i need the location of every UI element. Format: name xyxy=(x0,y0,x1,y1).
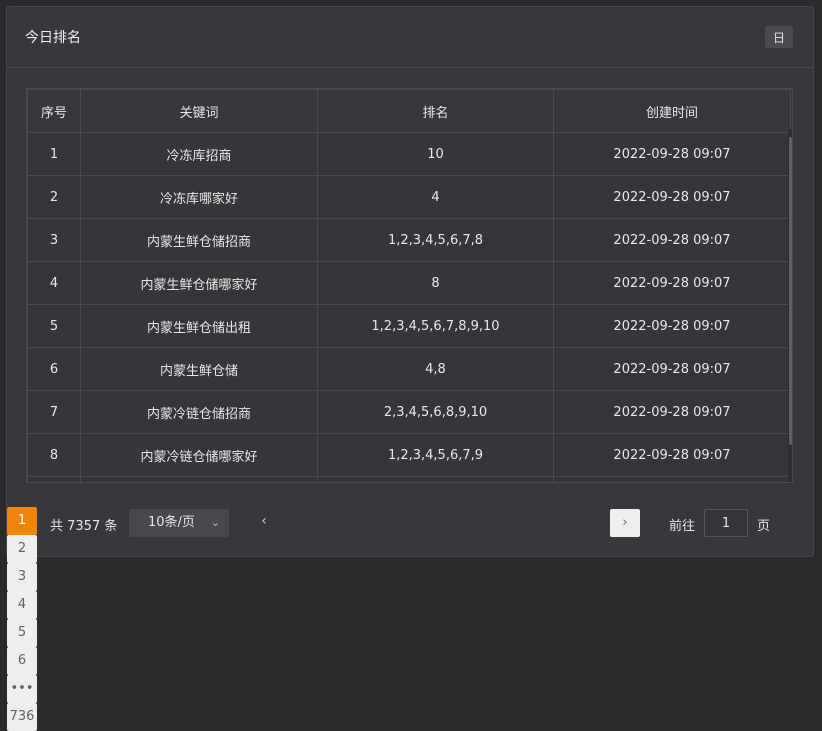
cell-index: 1 xyxy=(27,132,81,176)
cell-keyword: 冷冻库招商 xyxy=(80,132,318,176)
table-row[interactable]: 2 冷冻库哪家好 4 2022-09-28 09:07 xyxy=(27,175,791,219)
column-header-index[interactable]: 序号 xyxy=(27,89,81,133)
cell-created-time: 2022-09-28 09:07 xyxy=(553,304,791,348)
pagination: 共 7357 条 10条/页 ⌄ ‹ 123456•••736 › 前往 页 xyxy=(7,507,815,731)
cell-keyword: 内蒙冷链仓储哪家好 xyxy=(80,433,318,477)
goto-page-input[interactable] xyxy=(704,509,748,537)
table-header-row: 序号 关键词 排名 创建时间 xyxy=(27,89,791,133)
cell-created-time: 2022-09-28 09:07 xyxy=(553,218,791,262)
cell-rank: 4,8 xyxy=(317,347,554,391)
page-button[interactable]: 4 xyxy=(7,591,37,619)
cell-rank: 1,2,3,4,5,6,7,9 xyxy=(317,433,554,477)
cell-index: 3 xyxy=(27,218,81,262)
period-day-button[interactable]: 日 xyxy=(765,26,793,48)
total-count: 共 7357 条 xyxy=(50,519,118,534)
cell-keyword: 内蒙冷链仓储出租 xyxy=(80,476,318,482)
panel-header: 今日排名 日 xyxy=(7,7,813,68)
column-header-keyword[interactable]: 关键词 xyxy=(80,89,318,133)
cell-keyword: 内蒙生鲜仓储招商 xyxy=(80,218,318,262)
ranking-panel: 今日排名 日 序号 关键词 排名 创建时间 1 冷冻库招商 10 2022-09-28… xyxy=(6,6,815,731)
cell-index: 4 xyxy=(27,261,81,305)
table-row[interactable]: 4 内蒙生鲜仓储哪家好 8 2022-09-28 09:07 xyxy=(27,261,791,305)
table-row[interactable]: 9内蒙冷链仓储出租1,2,3,4,5,6,7,8,9,102022-09-28 … xyxy=(27,476,791,482)
cell-index: 8 xyxy=(27,433,81,477)
cell-index: 9 xyxy=(27,476,81,482)
panel-title: 今日排名 xyxy=(25,30,81,46)
cell-created-time: 2022-09-28 09:07 xyxy=(553,261,791,305)
cell-created-time: 2022-09-28 09:07 xyxy=(553,132,791,176)
cell-created-time: 2022-09-28 09:07 xyxy=(553,390,791,434)
page-button[interactable]: 1 xyxy=(7,507,37,535)
cell-rank: 1,2,3,4,5,6,7,8,9,10 xyxy=(317,304,554,348)
cell-created-time: 2022-09-28 09:07 xyxy=(553,347,791,391)
cell-keyword: 内蒙冷链仓储招商 xyxy=(80,390,318,434)
table-row[interactable]: 5 内蒙生鲜仓储出租 1,2,3,4,5,6,7,8,9,10 2022-09-28 … xyxy=(27,304,791,348)
cell-index: 2 xyxy=(27,175,81,219)
table-row[interactable]: 3 内蒙生鲜仓储招商 1,2,3,4,5,6,7,8 2022-09-28 09:07 xyxy=(27,218,791,262)
ranking-table: 序号 关键词 排名 创建时间 1 冷冻库招商 10 2022-09-28 09:07 2… xyxy=(26,88,793,483)
table-row[interactable]: 7 内蒙冷链仓储招商 2,3,4,5,6,8,9,10 2022-09-28 09:0… xyxy=(27,390,791,434)
cell-index: 6 xyxy=(27,347,81,391)
page-ellipsis-button[interactable]: ••• xyxy=(7,675,37,703)
cell-rank: 2,3,4,5,6,8,9,10 xyxy=(317,390,554,434)
cell-index: 7 xyxy=(27,390,81,434)
cell-created-time: 2022-09-28 09:07 xyxy=(553,433,791,477)
cell-keyword: 内蒙生鲜仓储出租 xyxy=(80,304,318,348)
cell-rank: 1,2,3,4,5,6,7,8 xyxy=(317,218,554,262)
table-row[interactable]: 8 内蒙冷链仓储哪家好 1,2,3,4,5,6,7,9 2022-09-28 09:0… xyxy=(27,433,791,477)
cell-rank: 1,2,3,4,5,6,7,8,9,10 xyxy=(317,476,554,482)
chevron-left-icon[interactable]: ‹ xyxy=(257,513,271,529)
goto-label: 前往 xyxy=(669,519,696,534)
cell-keyword: 内蒙生鲜仓储 xyxy=(80,347,318,391)
cell-index: 5 xyxy=(27,304,81,348)
cell-rank: 4 xyxy=(317,175,554,219)
table-row[interactable]: 6 内蒙生鲜仓储 4,8 2022-09-28 09:07 xyxy=(27,347,791,391)
cell-keyword: 内蒙生鲜仓储哪家好 xyxy=(80,261,318,305)
chevron-right-icon[interactable]: › xyxy=(610,509,640,537)
cell-rank: 8 xyxy=(317,261,554,305)
cell-keyword: 冷冻库哪家好 xyxy=(80,175,318,219)
table-row[interactable]: 1 冷冻库招商 10 2022-09-28 09:07 xyxy=(27,132,791,176)
page-button[interactable]: 5 xyxy=(7,619,37,647)
goto-suffix: 页 xyxy=(757,519,771,534)
page-button[interactable]: 6 xyxy=(7,647,37,675)
cell-created-time: 2022-09-28 09:07 xyxy=(553,476,791,482)
column-header-created-time[interactable]: 创建时间 xyxy=(553,89,791,133)
page-size-value: 10条/页 xyxy=(148,515,195,530)
column-header-rank[interactable]: 排名 xyxy=(317,89,554,133)
cell-created-time: 2022-09-28 09:07 xyxy=(553,175,791,219)
page-button[interactable]: 2 xyxy=(7,535,37,563)
cell-rank: 10 xyxy=(317,132,554,176)
page-size-select[interactable]: 10条/页 ⌄ xyxy=(129,509,229,537)
page-button[interactable]: 3 xyxy=(7,563,37,591)
page-button[interactable]: 736 xyxy=(7,703,37,731)
chevron-down-icon: ⌄ xyxy=(210,516,220,529)
scrollbar-thumb[interactable] xyxy=(789,137,792,445)
